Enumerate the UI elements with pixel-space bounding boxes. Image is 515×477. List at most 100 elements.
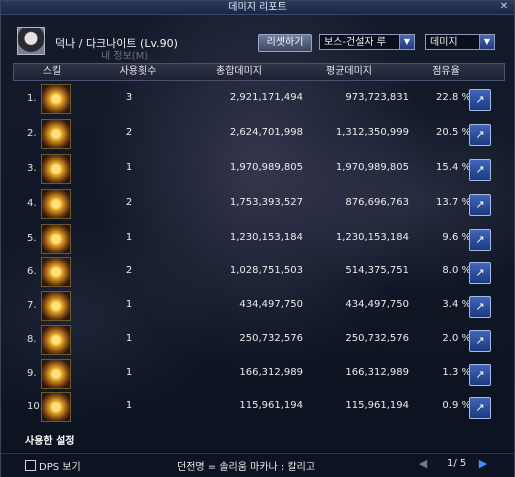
table-row: 10. 1 115,961,194 115,961,194 0.9 % ↗ (23, 391, 499, 423)
row-share: 9.6 % (442, 232, 471, 243)
table-row: 4. 2 1,753,393,527 876,696,763 13.7 % ↗ (23, 188, 499, 220)
row-share: 8.0 % (442, 265, 471, 276)
row-total-damage: 1,753,393,527 (229, 197, 303, 208)
row-total-damage: 1,028,751,503 (229, 265, 303, 276)
row-use-count: 2 (125, 127, 133, 138)
row-share: 2.0 % (442, 333, 471, 344)
detail-button[interactable]: ↗ (469, 89, 491, 111)
table-row: 7. 1 434,497,750 434,497,750 3.4 % ↗ (23, 290, 499, 322)
row-total-damage: 2,624,701,998 (229, 127, 303, 138)
row-avg-damage: 166,312,989 (345, 367, 409, 378)
row-avg-damage: 973,723,831 (345, 92, 409, 103)
row-share: 20.5 % (436, 127, 471, 138)
row-avg-damage: 115,961,194 (345, 400, 409, 411)
table-header: 스킬 사용횟수 총합데미지 평균데미지 점유율 (13, 63, 505, 81)
detail-button[interactable]: ↗ (469, 296, 491, 318)
row-total-damage: 166,312,989 (239, 367, 303, 378)
boss-select[interactable]: 보스-건설자 루 ▼ (319, 34, 415, 50)
row-use-count: 1 (125, 299, 133, 310)
row-use-count: 2 (125, 265, 133, 276)
dps-label[interactable]: DPS 보기 (39, 458, 81, 473)
row-avg-damage: 1,312,350,999 (335, 127, 409, 138)
row-total-damage: 434,497,750 (239, 299, 303, 310)
detail-button[interactable]: ↗ (469, 159, 491, 181)
skill-icon (41, 119, 71, 149)
row-share: 13.7 % (436, 197, 471, 208)
row-use-count: 1 (125, 162, 133, 173)
footer-bar: DPS 보기 던전명 = 솔리움 마카나 : 칼리고 ◀ 1/ 5 ▶ (1, 453, 514, 477)
dungeon-name: 던전명 = 솔리움 마카나 : 칼리고 (177, 462, 316, 473)
detail-button[interactable]: ↗ (469, 194, 491, 216)
row-total-damage: 115,961,194 (239, 400, 303, 411)
table-row: 5. 1 1,230,153,184 1,230,153,184 9.6 % ↗ (23, 223, 499, 255)
window-title: 데미지 리포트 (228, 2, 287, 13)
table-row: 1. 3 2,921,171,494 973,723,831 22.8 % ↗ (23, 83, 499, 115)
used-settings-label[interactable]: 사용한 설정 (25, 432, 74, 447)
row-use-count: 1 (125, 400, 133, 411)
row-total-damage: 250,732,576 (239, 333, 303, 344)
detail-button[interactable]: ↗ (469, 364, 491, 386)
dps-checkbox[interactable] (25, 460, 36, 471)
row-rank: 3. (27, 163, 37, 174)
col-avg-damage: 평균데미지 (326, 66, 372, 77)
skill-icon (41, 359, 71, 389)
row-share: 3.4 % (442, 299, 471, 310)
row-avg-damage: 1,230,153,184 (335, 232, 409, 243)
chevron-down-icon[interactable]: ▼ (479, 35, 494, 49)
table-row: 8. 1 250,732,576 250,732,576 2.0 % ↗ (23, 324, 499, 356)
row-total-damage: 1,230,153,184 (229, 232, 303, 243)
skill-icon (41, 325, 71, 355)
skill-icon (41, 84, 71, 114)
chevron-down-icon[interactable]: ▼ (399, 35, 414, 49)
title-bar[interactable]: 데미지 리포트 ✕ (1, 1, 514, 15)
row-share: 0.9 % (442, 400, 471, 411)
row-rank: 9. (27, 368, 37, 379)
detail-button[interactable]: ↗ (469, 229, 491, 251)
row-share: 15.4 % (436, 162, 471, 173)
detail-button[interactable]: ↗ (469, 124, 491, 146)
detail-button[interactable]: ↗ (469, 397, 491, 419)
col-total-damage: 총합데미지 (216, 66, 262, 77)
skill-icon (41, 291, 71, 321)
detail-button[interactable]: ↗ (469, 330, 491, 352)
damage-report-window: 데미지 리포트 ✕ 덕나 / 다크나이트 (Lv.90) 내 정보(M) 리셋하… (0, 0, 515, 477)
table-row: 3. 1 1,970,989,805 1,970,989,805 15.4 % … (23, 153, 499, 185)
row-avg-damage: 250,732,576 (345, 333, 409, 344)
row-rank: 1. (27, 93, 37, 104)
col-use-count: 사용횟수 (119, 66, 157, 77)
row-use-count: 1 (125, 232, 133, 243)
table-row: 9. 1 166,312,989 166,312,989 1.3 % ↗ (23, 358, 499, 390)
row-rank: 8. (27, 334, 37, 345)
reset-button[interactable]: 리셋하기 (258, 34, 312, 52)
avatar (17, 27, 45, 55)
row-rank: 7. (27, 300, 37, 311)
row-total-damage: 2,921,171,494 (229, 92, 303, 103)
skill-icon (41, 257, 71, 287)
page-indicator: 1/ 5 (447, 458, 467, 469)
skill-icon (41, 189, 71, 219)
skill-icon (41, 154, 71, 184)
row-avg-damage: 876,696,763 (345, 197, 409, 208)
row-rank: 6. (27, 266, 37, 277)
next-page-icon[interactable]: ▶ (477, 458, 489, 470)
row-use-count: 1 (125, 333, 133, 344)
row-share: 22.8 % (436, 92, 471, 103)
row-rank: 4. (27, 198, 37, 209)
col-share: 점유율 (432, 66, 460, 77)
damage-type-value: 데미지 (430, 37, 458, 48)
row-rank: 5. (27, 233, 37, 244)
col-skill: 스킬 (42, 66, 62, 77)
table-row: 2. 2 2,624,701,998 1,312,350,999 20.5 % … (23, 118, 499, 150)
row-rank: 2. (27, 128, 37, 139)
row-avg-damage: 1,970,989,805 (335, 162, 409, 173)
row-use-count: 3 (125, 92, 133, 103)
report-header: 덕나 / 다크나이트 (Lv.90) 내 정보(M) 리셋하기 보스-건설자 루… (1, 15, 514, 63)
prev-page-icon[interactable]: ◀ (417, 458, 429, 470)
row-avg-damage: 434,497,750 (345, 299, 409, 310)
close-icon[interactable]: ✕ (498, 1, 510, 13)
boss-select-value: 보스-건설자 루 (324, 37, 386, 48)
damage-type-select[interactable]: 데미지 ▼ (425, 34, 495, 50)
my-info-label: 내 정보(M) (101, 51, 149, 62)
detail-button[interactable]: ↗ (469, 262, 491, 284)
skill-icon (41, 392, 71, 422)
